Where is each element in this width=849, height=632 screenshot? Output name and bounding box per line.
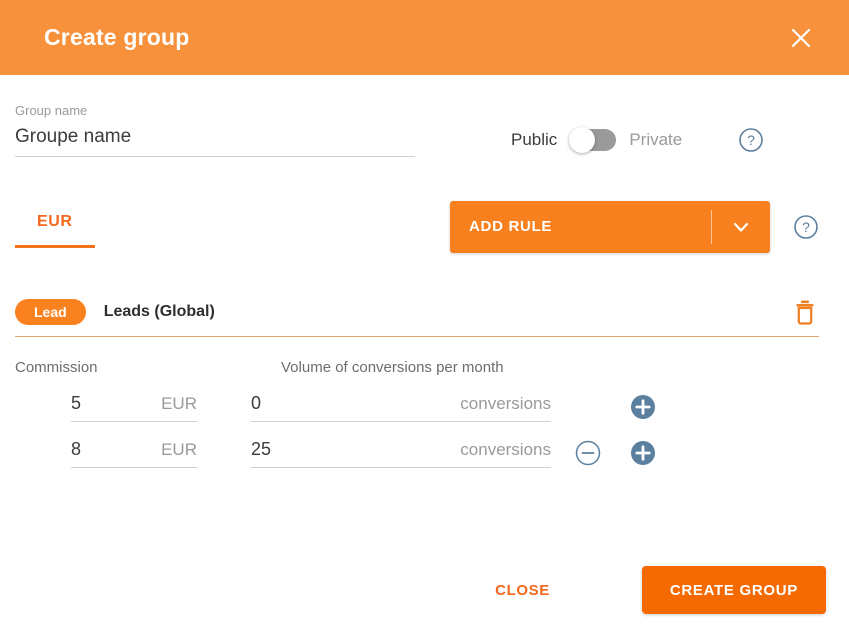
table-row: EUR conversions	[15, 393, 819, 423]
visibility-private-label: Private	[629, 130, 683, 150]
column-header-commission: Commission	[15, 359, 98, 377]
plus-circle-icon	[631, 395, 655, 420]
add-rule-dropdown-button[interactable]	[712, 217, 770, 237]
create-group-dialog: Create group Group name Public Private	[0, 0, 849, 632]
close-dialog-button[interactable]	[783, 20, 819, 56]
commission-unit: EUR	[161, 394, 197, 414]
rule-title: Leads (Global)	[103, 302, 215, 320]
volume-input[interactable]	[251, 393, 453, 415]
visibility-toggle-group: Public Private ?	[511, 126, 764, 157]
row-actions	[575, 440, 656, 468]
add-rule-label: ADD RULE	[469, 218, 553, 236]
tab-eur[interactable]: EUR	[15, 205, 95, 249]
group-name-field: Group name	[15, 103, 415, 157]
currency-tabs: EUR	[15, 205, 95, 249]
volume-field: conversions	[251, 439, 551, 469]
add-rule-help-circle-icon[interactable]: ?	[793, 214, 819, 240]
svg-text:?: ?	[747, 132, 755, 148]
minus-circle-icon	[575, 441, 601, 466]
rule-toolbar-row: EUR ADD RULE ?	[15, 200, 819, 253]
dialog-header: Create group	[0, 0, 849, 75]
dialog-footer: CLOSE CREATE GROUP	[481, 566, 826, 614]
volume-unit: conversions	[460, 394, 551, 414]
close-button[interactable]: CLOSE	[481, 572, 564, 609]
tier-column-headers: Commission Volume of conversions per mon…	[15, 359, 819, 376]
commission-unit: EUR	[161, 440, 197, 460]
toggle-knob	[569, 126, 596, 153]
commission-input[interactable]	[71, 393, 154, 415]
volume-input[interactable]	[251, 439, 453, 461]
group-name-label: Group name	[15, 103, 88, 118]
remove-tier-button[interactable]	[575, 440, 601, 466]
svg-text:?: ?	[802, 219, 810, 235]
column-header-volume: Volume of conversions per month	[281, 359, 504, 377]
visibility-public-label: Public	[511, 130, 558, 150]
page-title: Create group	[44, 24, 190, 50]
chevron-down-icon	[733, 222, 749, 232]
commission-input[interactable]	[71, 439, 154, 461]
visibility-toggle[interactable]	[569, 126, 617, 153]
table-row: EUR conversions	[15, 439, 819, 469]
delete-rule-button[interactable]	[791, 299, 819, 325]
group-name-input[interactable]	[15, 125, 415, 157]
add-tier-button[interactable]	[630, 440, 656, 466]
trash-icon	[796, 300, 814, 325]
commission-field: EUR	[71, 393, 197, 423]
commission-field: EUR	[71, 439, 197, 469]
dialog-body: Group name Public Private ? EUR	[0, 75, 849, 632]
create-group-button[interactable]: CREATE GROUP	[641, 566, 826, 614]
add-tier-button[interactable]	[630, 394, 656, 420]
add-rule-button[interactable]: ADD RULE	[450, 200, 770, 253]
help-circle-icon[interactable]: ?	[738, 127, 764, 153]
group-name-row: Group name Public Private ?	[15, 75, 819, 157]
plus-circle-icon	[631, 441, 655, 466]
status-badge[interactable]: Lead	[15, 298, 86, 326]
close-icon	[791, 28, 811, 47]
volume-unit: conversions	[460, 440, 551, 460]
row-actions	[575, 394, 656, 422]
rule-block: Lead Leads (Global) Commission Volume of…	[15, 298, 819, 469]
rule-header: Lead Leads (Global)	[15, 298, 819, 338]
volume-field: conversions	[251, 393, 551, 423]
